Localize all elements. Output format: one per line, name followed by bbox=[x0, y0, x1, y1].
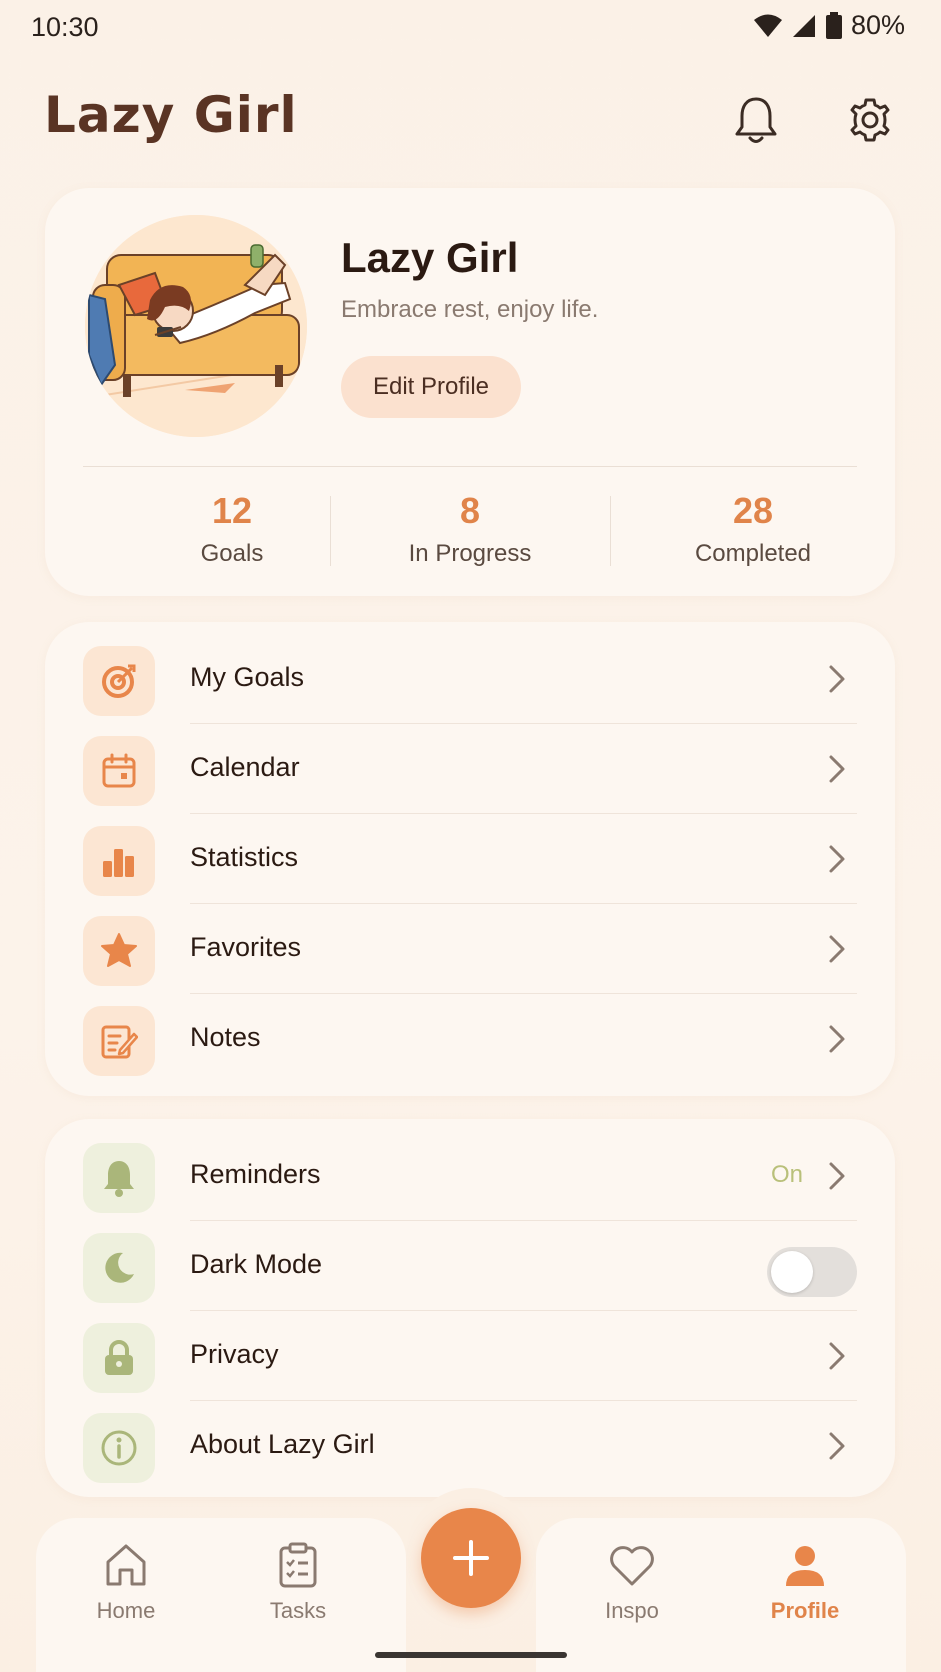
settings-button[interactable] bbox=[844, 94, 896, 146]
person-icon bbox=[786, 1546, 824, 1586]
plus-icon bbox=[453, 1540, 489, 1576]
chevron-right-icon bbox=[829, 1025, 845, 1053]
stat-separator bbox=[610, 496, 611, 566]
reminders-status: On bbox=[770, 1161, 803, 1188]
nav-profile[interactable]: Profile bbox=[740, 1542, 870, 1624]
menu-item-my-goals[interactable]: My Goals bbox=[45, 634, 895, 724]
app-title: Lazy Girl bbox=[44, 86, 298, 144]
menu-item-statistics[interactable]: Statistics bbox=[45, 814, 895, 904]
clipboard-icon bbox=[279, 1542, 317, 1588]
status-time: 10:30 bbox=[31, 12, 99, 42]
bell-icon bbox=[735, 97, 777, 143]
nav-tasks[interactable]: Tasks bbox=[233, 1542, 363, 1624]
target-icon bbox=[83, 646, 155, 716]
notifications-button[interactable] bbox=[730, 94, 782, 146]
status-indicators: 80% bbox=[753, 10, 905, 41]
bell-icon bbox=[83, 1143, 155, 1213]
status-bar: 10:30 80% bbox=[0, 0, 941, 56]
lock-icon bbox=[83, 1323, 155, 1393]
nav-home[interactable]: Home bbox=[61, 1542, 191, 1624]
gear-icon bbox=[850, 98, 890, 142]
stat-label: In Progress bbox=[408, 540, 532, 567]
battery-percentage: 80% bbox=[850, 10, 905, 40]
settings-menu-card: Reminders On Dark Mode Privacy About Laz… bbox=[45, 1119, 895, 1497]
stat-value: 28 bbox=[732, 490, 774, 531]
chevron-right-icon bbox=[829, 665, 845, 693]
menu-item-label: Statistics bbox=[190, 842, 299, 872]
calendar-icon bbox=[83, 736, 155, 806]
profile-name: Lazy Girl bbox=[341, 234, 519, 281]
bottom-navigation: Home Tasks Inspo Profile bbox=[36, 1488, 906, 1672]
toggle-knob bbox=[771, 1251, 813, 1293]
heart-icon bbox=[610, 1546, 654, 1586]
star-icon bbox=[83, 916, 155, 986]
battery-icon bbox=[825, 11, 842, 39]
profile-tagline: Embrace rest, enjoy life. bbox=[341, 296, 599, 323]
menu-item-label: Dark Mode bbox=[190, 1249, 323, 1279]
cellular-signal-icon bbox=[792, 14, 815, 37]
home-icon bbox=[106, 1544, 146, 1586]
add-button[interactable] bbox=[421, 1508, 521, 1608]
avatar bbox=[85, 215, 307, 437]
dark-mode-toggle[interactable] bbox=[767, 1247, 857, 1297]
chevron-right-icon bbox=[829, 1162, 845, 1190]
home-indicator bbox=[375, 1652, 567, 1658]
chevron-right-icon bbox=[829, 845, 845, 873]
menu-item-label: Calendar bbox=[190, 752, 300, 782]
stat-in-progress[interactable]: 8 In Progress bbox=[330, 490, 610, 568]
stats-divider bbox=[83, 466, 857, 467]
stat-value: 8 bbox=[459, 490, 481, 531]
menu-item-label: Notes bbox=[190, 1022, 261, 1052]
menu-item-dark-mode: Dark Mode bbox=[45, 1221, 895, 1311]
menu-item-label: My Goals bbox=[190, 662, 305, 692]
nav-inspo[interactable]: Inspo bbox=[567, 1542, 697, 1624]
bar-chart-icon bbox=[83, 826, 155, 896]
chevron-right-icon bbox=[829, 1342, 845, 1370]
stat-label: Completed bbox=[694, 540, 812, 567]
chevron-right-icon bbox=[829, 935, 845, 963]
edit-profile-button[interactable]: Edit Profile bbox=[341, 356, 521, 418]
chevron-right-icon bbox=[829, 755, 845, 783]
nav-label: Inspo bbox=[605, 1598, 659, 1623]
menu-item-label: Favorites bbox=[190, 932, 302, 962]
avatar-illustration bbox=[85, 215, 307, 437]
menu-item-about[interactable]: About Lazy Girl bbox=[45, 1401, 895, 1491]
stat-completed[interactable]: 28 Completed bbox=[613, 490, 893, 568]
note-edit-icon bbox=[83, 1006, 155, 1076]
profile-card: Lazy Girl Embrace rest, enjoy life. Edit… bbox=[45, 188, 895, 596]
wifi-icon bbox=[753, 14, 782, 37]
menu-item-reminders[interactable]: Reminders On bbox=[45, 1131, 895, 1221]
menu-item-label: Privacy bbox=[190, 1339, 279, 1369]
primary-menu-card: My Goals Calendar Statistics Favorites N… bbox=[45, 622, 895, 1096]
moon-icon bbox=[83, 1233, 155, 1303]
menu-item-privacy[interactable]: Privacy bbox=[45, 1311, 895, 1401]
nav-label: Profile bbox=[770, 1598, 840, 1623]
chevron-right-icon bbox=[829, 1432, 845, 1460]
info-icon bbox=[83, 1413, 155, 1483]
nav-label: Tasks bbox=[269, 1598, 327, 1623]
menu-item-label: About Lazy Girl bbox=[190, 1429, 375, 1459]
menu-item-calendar[interactable]: Calendar bbox=[45, 724, 895, 814]
nav-label: Home bbox=[96, 1598, 156, 1623]
menu-item-label: Reminders bbox=[190, 1159, 321, 1189]
menu-item-notes[interactable]: Notes bbox=[45, 994, 895, 1084]
menu-item-favorites[interactable]: Favorites bbox=[45, 904, 895, 994]
